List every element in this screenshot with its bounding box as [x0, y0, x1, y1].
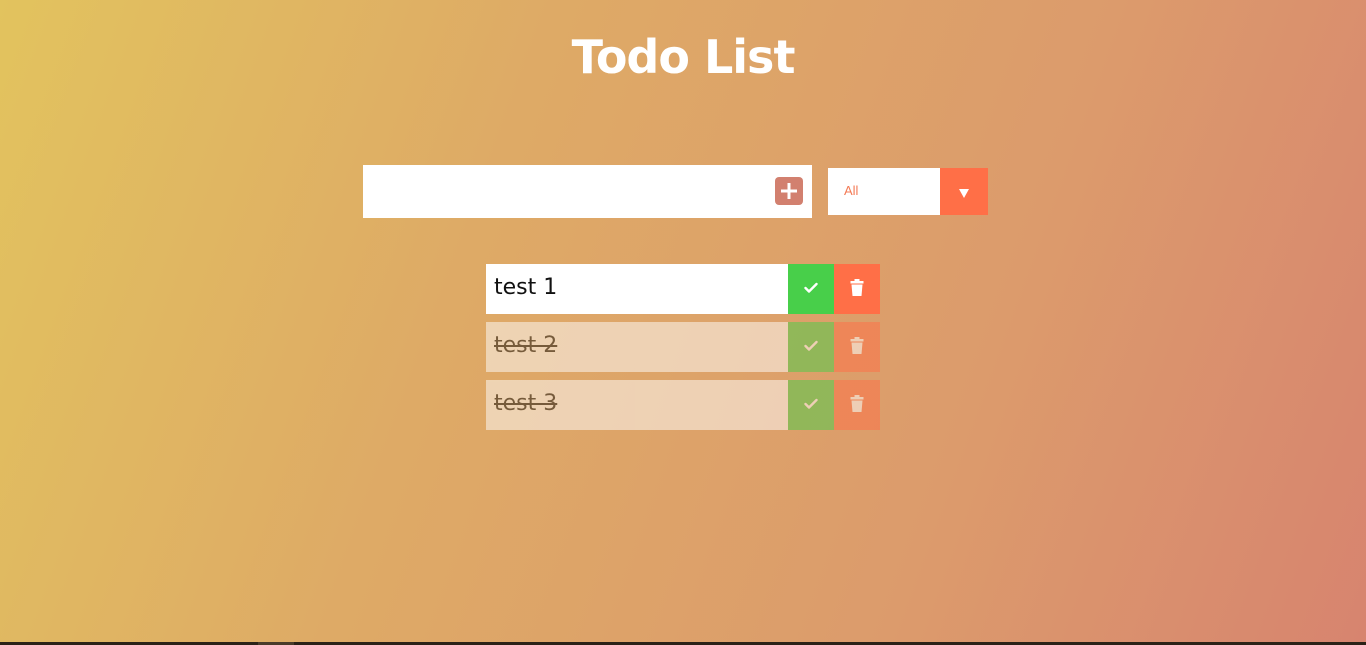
todo-text-box: test 1 — [486, 264, 788, 314]
todo-item: test 3 — [486, 380, 880, 430]
plus-square-icon — [781, 183, 797, 199]
todo-text-box: test 3 — [486, 380, 788, 430]
complete-button[interactable] — [788, 264, 834, 314]
todo-text-box: test 2 — [486, 322, 788, 372]
filter-selected-value: All — [844, 183, 859, 198]
check-icon — [804, 398, 818, 409]
trash-icon — [850, 395, 864, 412]
todo-form — [363, 165, 812, 218]
todo-text: test 3 — [494, 391, 558, 416]
delete-button[interactable] — [834, 380, 880, 430]
filter-dropdown-button[interactable] — [940, 168, 988, 215]
todo-text: test 2 — [494, 333, 558, 358]
check-icon — [804, 340, 818, 351]
todo-item: test 2 — [486, 322, 880, 372]
complete-button[interactable] — [788, 380, 834, 430]
check-icon — [804, 282, 818, 293]
trash-icon — [850, 279, 864, 296]
add-todo-button[interactable] — [775, 177, 803, 205]
caret-down-icon — [959, 189, 969, 198]
complete-button[interactable] — [788, 322, 834, 372]
delete-button[interactable] — [834, 322, 880, 372]
todo-input[interactable] — [363, 165, 763, 218]
filter-select[interactable]: All — [828, 168, 988, 215]
todo-text: test 1 — [494, 275, 558, 300]
delete-button[interactable] — [834, 264, 880, 314]
todo-item: test 1 — [486, 264, 880, 314]
trash-icon — [850, 337, 864, 354]
page-title: Todo List — [571, 30, 796, 84]
